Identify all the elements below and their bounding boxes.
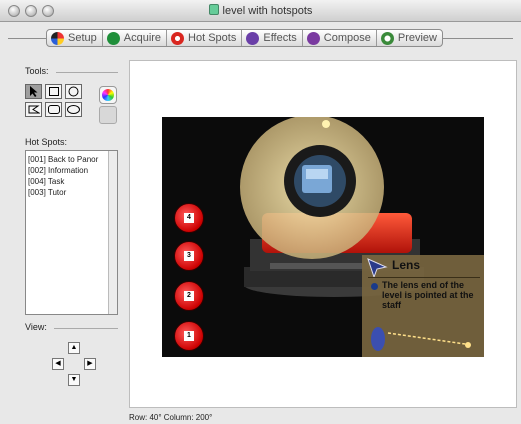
list-item[interactable]: [003] Tutor [28,187,110,198]
info-title: Lens [392,258,421,272]
oval-tool[interactable] [65,102,82,117]
setup-icon [51,31,64,45]
rectangle-icon [48,87,59,96]
tab-label: Compose [323,32,371,44]
tab-label: Hot Spots [188,32,237,44]
tab-compose[interactable]: Compose [303,30,377,46]
tab-label: Effects [263,32,297,44]
tab-effects[interactable]: Effects [242,30,303,46]
hotspot-button-3[interactable]: 3 [174,241,204,271]
hotspots-label: Hot Spots: [25,137,68,147]
tab-row: Setup Acquire Hot Spots Effects Compose … [0,22,521,52]
hotspot-number: 2 [184,291,194,301]
staff-illustration-icon [371,327,473,351]
tab-label: Setup [68,32,97,44]
tab-label: Acquire [123,32,162,44]
hotspot-button-4[interactable]: 4 [174,203,204,233]
rounded-rect-tool[interactable] [45,102,62,117]
arrow-left-icon: ◀ [55,360,61,367]
color-picker-button[interactable] [99,86,117,104]
tab-acquire[interactable]: Acquire [103,30,168,46]
hotspot-list[interactable]: [001] Back to Panor [002] Information [0… [25,150,118,315]
list-item[interactable]: [002] Information [28,165,110,176]
pan-down-button[interactable]: ▼ [68,374,80,386]
tab-preview[interactable]: Preview [377,30,442,46]
rectangle-tool[interactable] [45,84,62,99]
tab-hot-spots[interactable]: Hot Spots [167,30,243,46]
acquire-icon [106,31,120,45]
rounded-rect-icon [47,105,60,114]
tab-bar: Setup Acquire Hot Spots Effects Compose … [46,29,443,47]
arrow-tool[interactable] [25,84,42,99]
preview-icon [380,31,394,45]
list-scrollbar[interactable] [108,151,117,314]
document-icon [208,4,219,15]
status-readout: Row: 40° Column: 200° [129,413,213,422]
tools-rule [56,72,118,73]
tab-setup[interactable]: Setup [47,30,103,46]
list-item[interactable]: [004] Task [28,176,110,187]
info-divider [368,277,480,278]
lens-info-panel[interactable]: Lens The lens end of the level is pointe… [362,255,484,357]
list-item[interactable]: [001] Back to Panor [28,154,110,165]
pointer-icon [30,86,38,97]
color-wheel-icon [102,89,114,101]
view-label: View: [25,322,47,332]
editor-canvas[interactable]: 4 3 2 1 Lens The lens end of the level i… [129,60,517,408]
oval-icon [67,105,80,114]
panorama-stage[interactable]: 4 3 2 1 Lens The lens end of the level i… [162,117,484,357]
window-title: level with hotspots [222,5,313,17]
info-body: The lens end of the level is pointed at … [382,280,474,310]
effects-icon [246,31,260,45]
tools-label: Tools: [25,66,49,76]
pan-up-button[interactable]: ▲ [68,342,80,354]
hotspot-number: 1 [184,331,194,341]
hotspot-number: 4 [184,213,194,223]
pointer-arrow-icon [367,258,388,279]
polygon-icon [28,105,40,114]
hotspots-icon [171,31,185,45]
compose-icon [306,31,320,45]
view-rule [54,328,118,329]
fill-swatch-button[interactable] [99,106,117,124]
hotspot-button-1[interactable]: 1 [174,321,204,351]
tool-palette [25,84,87,124]
hotspot-button-2[interactable]: 2 [174,281,204,311]
circle-tool[interactable] [65,84,82,99]
tab-label: Preview [397,32,437,44]
arrow-right-icon: ▶ [87,360,93,367]
window-title-wrap: level with hotspots [0,4,521,17]
circle-icon [68,86,79,97]
arrow-up-icon: ▲ [70,344,78,351]
pan-left-button[interactable]: ◀ [52,358,64,370]
arrow-down-icon: ▼ [70,376,78,383]
hotspot-number: 3 [184,251,194,261]
title-bar: level with hotspots [0,0,521,22]
view-navigation-pad: ▲ ◀ ▶ ▼ [52,342,96,386]
bullet-icon [371,283,378,290]
pan-right-button[interactable]: ▶ [84,358,96,370]
polygon-tool[interactable] [25,102,42,117]
